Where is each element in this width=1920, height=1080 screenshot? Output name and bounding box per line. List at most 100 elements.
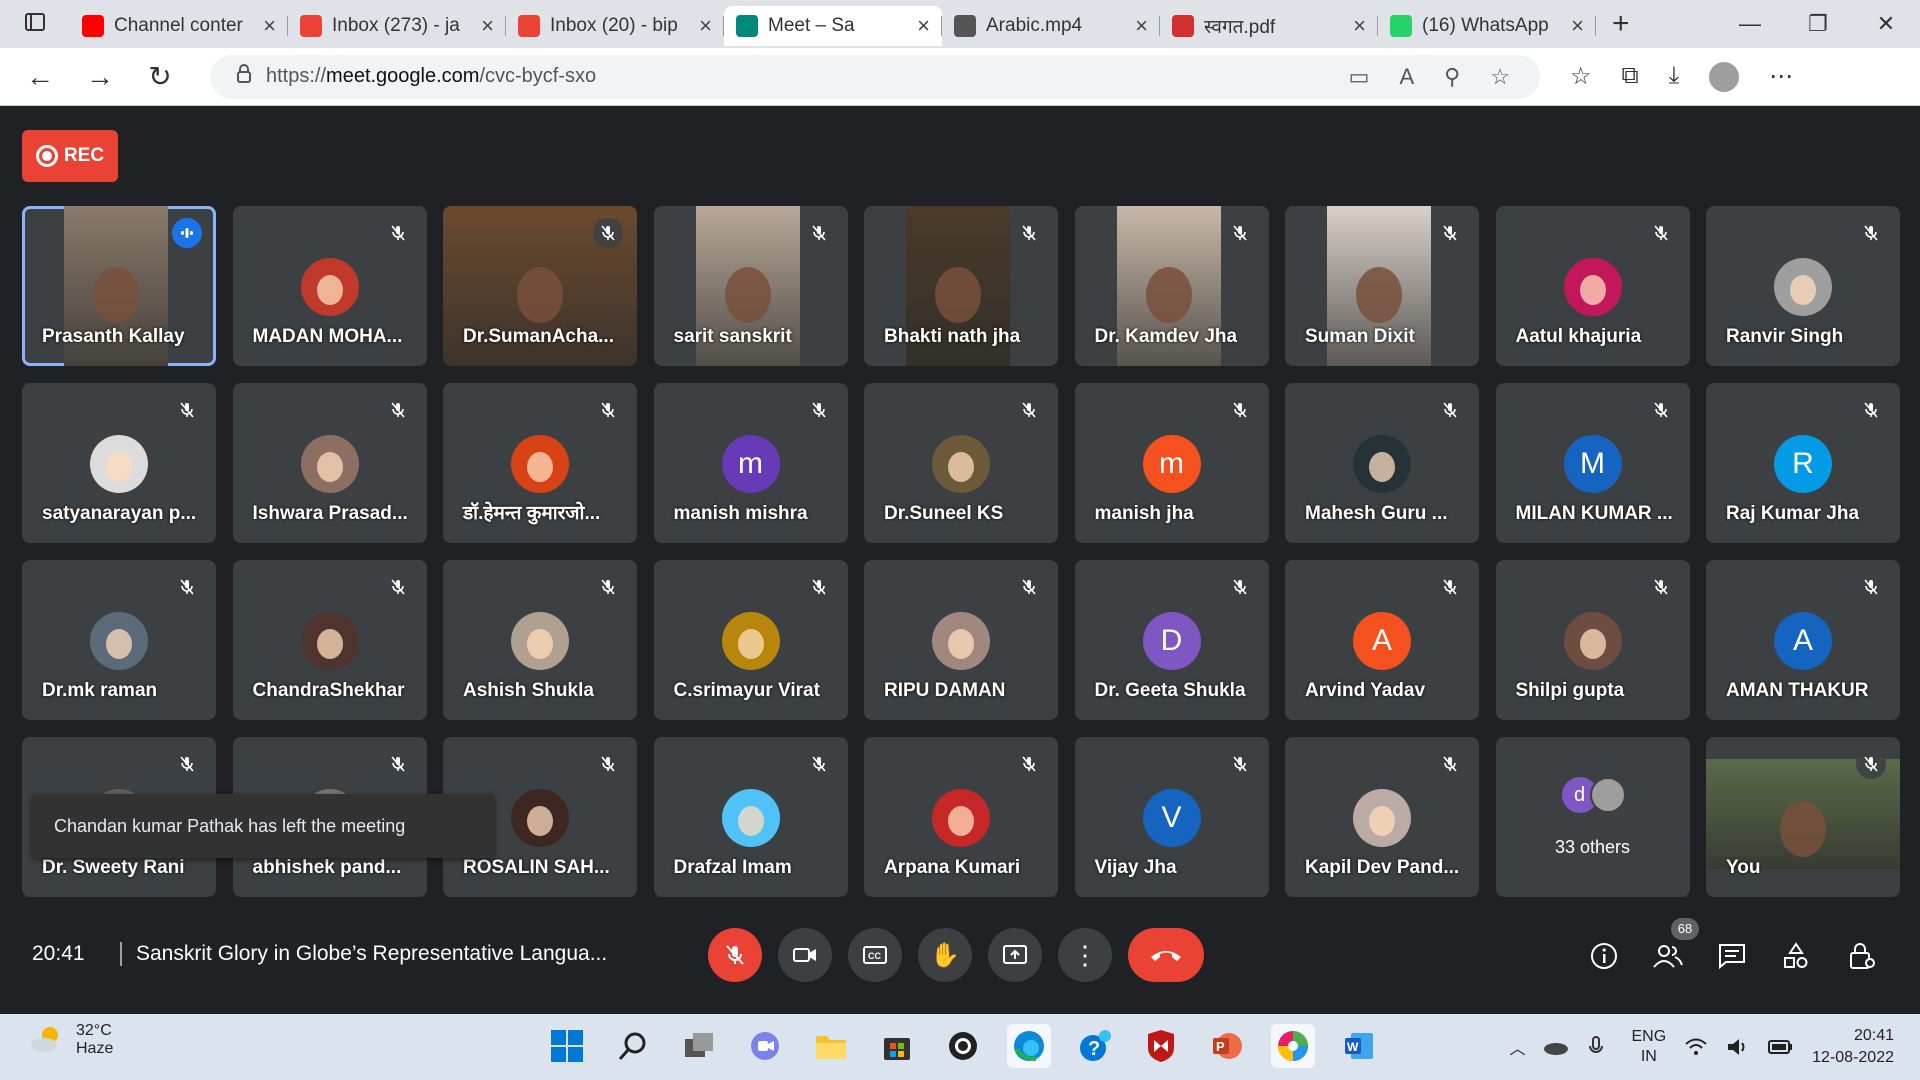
participant-tile[interactable]: sarit sanskrit bbox=[653, 206, 848, 366]
wifi-icon[interactable] bbox=[1684, 1037, 1708, 1057]
participant-tile[interactable]: Bhakti nath jha bbox=[864, 206, 1058, 366]
participant-tile[interactable]: M MILAN KUMAR ... bbox=[1495, 383, 1690, 543]
participant-tile[interactable]: Ashish Shukla bbox=[443, 560, 637, 720]
close-tab-icon[interactable]: × bbox=[1353, 13, 1366, 39]
mcafee-button[interactable] bbox=[1139, 1024, 1183, 1068]
microsoft-store-button[interactable] bbox=[875, 1024, 919, 1068]
participant-tile[interactable]: C.srimayur Virat bbox=[653, 560, 848, 720]
meeting-info-button[interactable] bbox=[1588, 940, 1620, 972]
system-clock[interactable]: 20:41 12-08-2022 bbox=[1812, 1025, 1894, 1069]
participant-tile[interactable]: Dr.SumanAcha... bbox=[443, 206, 637, 366]
participant-tile[interactable]: satyanarayan p... bbox=[22, 383, 216, 543]
back-button[interactable]: ← bbox=[10, 61, 70, 93]
browser-tab[interactable]: Inbox (273) - ja × bbox=[288, 6, 506, 46]
weather-widget[interactable]: 32°C Haze bbox=[28, 1022, 113, 1058]
file-explorer-button[interactable] bbox=[809, 1024, 853, 1068]
profile-avatar[interactable] bbox=[1709, 61, 1740, 92]
participant-tile[interactable]: V Vijay Jha bbox=[1074, 737, 1269, 897]
participant-tile[interactable]: Dr.Suneel KS bbox=[864, 383, 1058, 543]
add-favorite-icon[interactable]: ☆ bbox=[1490, 64, 1510, 90]
close-tab-icon[interactable]: × bbox=[263, 13, 276, 39]
favorites-icon[interactable]: ☆ bbox=[1570, 62, 1592, 92]
participant-tile[interactable]: R Raj Kumar Jha bbox=[1706, 383, 1900, 543]
url-field[interactable]: https://meet.google.com/cvc-bycf-sxo ▭ A… bbox=[210, 54, 1540, 99]
participant-tile[interactable]: m manish jha bbox=[1074, 383, 1269, 543]
captions-button[interactable]: CC bbox=[848, 928, 902, 982]
more-options-button[interactable]: ⋮ bbox=[1058, 928, 1112, 982]
participant-tile[interactable]: You bbox=[1706, 737, 1900, 897]
people-button[interactable] bbox=[1652, 940, 1684, 972]
edge-browser-button[interactable] bbox=[1007, 1024, 1051, 1068]
close-tab-icon[interactable]: × bbox=[1571, 13, 1584, 39]
browser-tab[interactable]: Inbox (20) - bip × bbox=[506, 6, 724, 46]
participant-tile[interactable]: Kapil Dev Pand... bbox=[1285, 737, 1479, 897]
close-tab-icon[interactable]: × bbox=[1135, 13, 1148, 39]
participant-tile[interactable]: Dr. Kamdev Jha bbox=[1074, 206, 1269, 366]
participant-tile[interactable]: Suman Dixit bbox=[1285, 206, 1479, 366]
participant-tile[interactable]: RIPU DAMAN bbox=[864, 560, 1058, 720]
zoom-icon[interactable]: ⚲ bbox=[1444, 64, 1460, 90]
task-view-button[interactable] bbox=[677, 1024, 721, 1068]
show-hidden-icons-chevron[interactable]: ︿ bbox=[1509, 1035, 1525, 1059]
mic-toggle-button[interactable] bbox=[708, 928, 762, 982]
participant-name: manish jha bbox=[1094, 503, 1194, 524]
minimize-button[interactable]: — bbox=[1716, 11, 1784, 37]
participant-tile[interactable]: Ishwara Prasad... bbox=[232, 383, 427, 543]
help-app-button[interactable]: ? bbox=[1073, 1024, 1117, 1068]
browser-tab[interactable]: (16) WhatsApp × bbox=[1378, 6, 1596, 46]
close-window-button[interactable]: ✕ bbox=[1852, 11, 1920, 37]
participant-tile[interactable]: A AMAN THAKUR bbox=[1706, 560, 1900, 720]
host-controls-button[interactable] bbox=[1846, 940, 1878, 972]
participant-tile[interactable]: Aatul khajuria bbox=[1495, 206, 1690, 366]
participant-tile[interactable]: MADAN MOHA... bbox=[232, 206, 427, 366]
raise-hand-button[interactable]: ✋ bbox=[918, 928, 972, 982]
participant-tile[interactable]: डॉ.हेमन्त कुमारजो... bbox=[443, 383, 637, 543]
powerpoint-button[interactable]: P bbox=[1205, 1024, 1249, 1068]
close-tab-icon[interactable]: × bbox=[699, 13, 712, 39]
close-tab-icon[interactable]: × bbox=[481, 13, 494, 39]
browser-tab[interactable]: स्वगत.pdf × bbox=[1160, 6, 1378, 46]
read-aloud-icon[interactable]: A bbox=[1399, 64, 1414, 90]
teams-chat-button[interactable] bbox=[743, 1024, 787, 1068]
participant-tile[interactable]: m manish mishra bbox=[653, 383, 848, 543]
participant-tile[interactable]: Mahesh Guru ... bbox=[1285, 383, 1479, 543]
restore-button[interactable]: ❐ bbox=[1784, 11, 1852, 37]
onedrive-cloud-icon[interactable] bbox=[1543, 1039, 1569, 1055]
volume-icon[interactable] bbox=[1726, 1037, 1750, 1057]
new-tab-button[interactable]: + bbox=[1612, 7, 1630, 41]
browser-tab[interactable]: Meet – Sa × bbox=[724, 6, 942, 46]
participant-tile[interactable]: A Arvind Yadav bbox=[1285, 560, 1479, 720]
participant-tile[interactable]: Arpana Kumari bbox=[864, 737, 1058, 897]
microphone-tray-icon[interactable] bbox=[1587, 1035, 1605, 1059]
participant-tile[interactable]: Shilpi gupta bbox=[1495, 560, 1690, 720]
tab-actions-icon[interactable] bbox=[0, 11, 70, 38]
forward-button[interactable]: → bbox=[70, 61, 130, 93]
participant-tile[interactable]: ChandraShekhar bbox=[232, 560, 427, 720]
search-button[interactable] bbox=[611, 1024, 655, 1068]
more-menu-icon[interactable]: ⋯ bbox=[1769, 62, 1793, 92]
start-button[interactable] bbox=[545, 1024, 589, 1068]
photos-app-button[interactable] bbox=[1271, 1024, 1315, 1068]
collections-icon[interactable]: ⧉ bbox=[1622, 62, 1639, 92]
participant-tile[interactable]: D Dr. Geeta Shukla bbox=[1074, 560, 1269, 720]
battery-icon[interactable] bbox=[1768, 1038, 1794, 1056]
chromium-app-button[interactable] bbox=[941, 1024, 985, 1068]
participant-tile[interactable]: Prasanth Kallay bbox=[22, 206, 216, 366]
present-button[interactable] bbox=[988, 928, 1042, 982]
participant-tile[interactable]: Ranvir Singh bbox=[1706, 206, 1900, 366]
chat-button[interactable] bbox=[1716, 940, 1748, 972]
camera-toggle-button[interactable] bbox=[778, 928, 832, 982]
word-button[interactable]: W bbox=[1337, 1024, 1381, 1068]
language-indicator[interactable]: ENG IN bbox=[1631, 1027, 1666, 1067]
participant-tile[interactable]: d 33 others bbox=[1495, 737, 1690, 897]
browser-tab[interactable]: Channel conter × bbox=[70, 6, 288, 46]
activities-button[interactable] bbox=[1780, 940, 1812, 972]
participant-tile[interactable]: Dr.mk raman bbox=[22, 560, 216, 720]
close-tab-icon[interactable]: × bbox=[917, 13, 930, 39]
browser-tab[interactable]: Arabic.mp4 × bbox=[942, 6, 1160, 46]
reload-button[interactable]: ↻ bbox=[130, 60, 190, 93]
participant-tile[interactable]: Drafzal Imam bbox=[653, 737, 848, 897]
camera-permission-icon[interactable]: ▭ bbox=[1349, 64, 1370, 90]
downloads-icon[interactable]: ⤓ bbox=[1669, 62, 1680, 92]
leave-call-button[interactable] bbox=[1128, 928, 1204, 982]
